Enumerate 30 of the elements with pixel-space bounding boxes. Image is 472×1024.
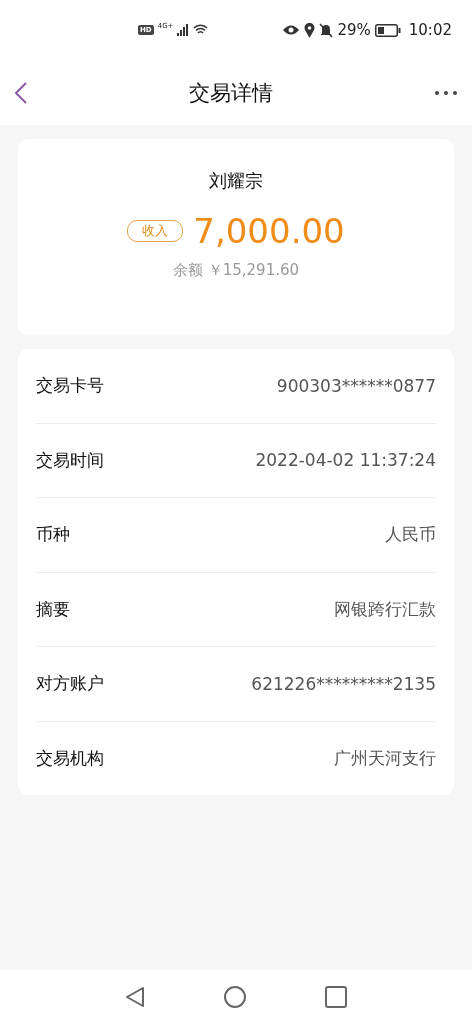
income-tag: 收入 (127, 220, 184, 242)
eye-icon (282, 24, 301, 36)
clock-time: 10:02 (408, 21, 452, 39)
detail-label: 对方账户 (36, 672, 104, 696)
balance-text: 余额 ￥15,291.60 (172, 261, 300, 280)
payer-name: 刘耀宗 (209, 169, 263, 193)
detail-label: 币种 (36, 523, 70, 547)
detail-label: 摘要 (36, 597, 70, 621)
back-nav-button[interactable] (125, 986, 145, 1008)
wifi-icon (193, 24, 209, 36)
battery-percent: 29% (337, 21, 371, 39)
location-icon (304, 22, 316, 38)
detail-value: 621226*********2135 (251, 673, 436, 694)
detail-label: 交易时间 (36, 448, 104, 472)
detail-value: 900303******0877 (276, 375, 436, 396)
more-button[interactable] (434, 89, 458, 96)
home-nav-button[interactable] (223, 985, 247, 1009)
battery-icon (374, 23, 401, 37)
page-title: 交易详情 (189, 79, 273, 107)
signal-icon (177, 24, 190, 36)
bell-off-icon (319, 22, 334, 38)
detail-value: 广州天河支行 (334, 746, 436, 770)
detail-value: 2022-04-02 11:37:24 (255, 450, 436, 471)
detail-value: 人民币 (385, 523, 436, 547)
detail-label: 交易机构 (36, 746, 104, 770)
back-button[interactable] (14, 80, 28, 105)
detail-label: 交易卡号 (36, 374, 104, 398)
detail-value: 网银跨行汇款 (334, 597, 436, 621)
recents-nav-button[interactable] (325, 986, 347, 1008)
amount: 7,000.00 (193, 211, 345, 251)
